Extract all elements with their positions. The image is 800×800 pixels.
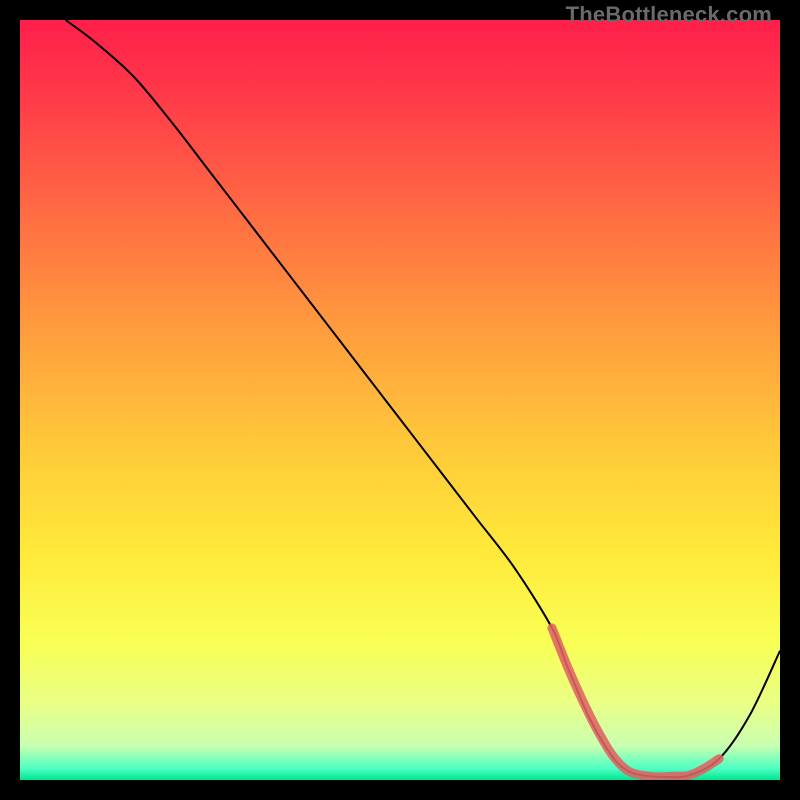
watermark-text: TheBottleneck.com bbox=[566, 2, 772, 28]
chart-frame bbox=[20, 20, 780, 780]
bottleneck-chart bbox=[20, 20, 780, 780]
gradient-background bbox=[20, 20, 780, 780]
